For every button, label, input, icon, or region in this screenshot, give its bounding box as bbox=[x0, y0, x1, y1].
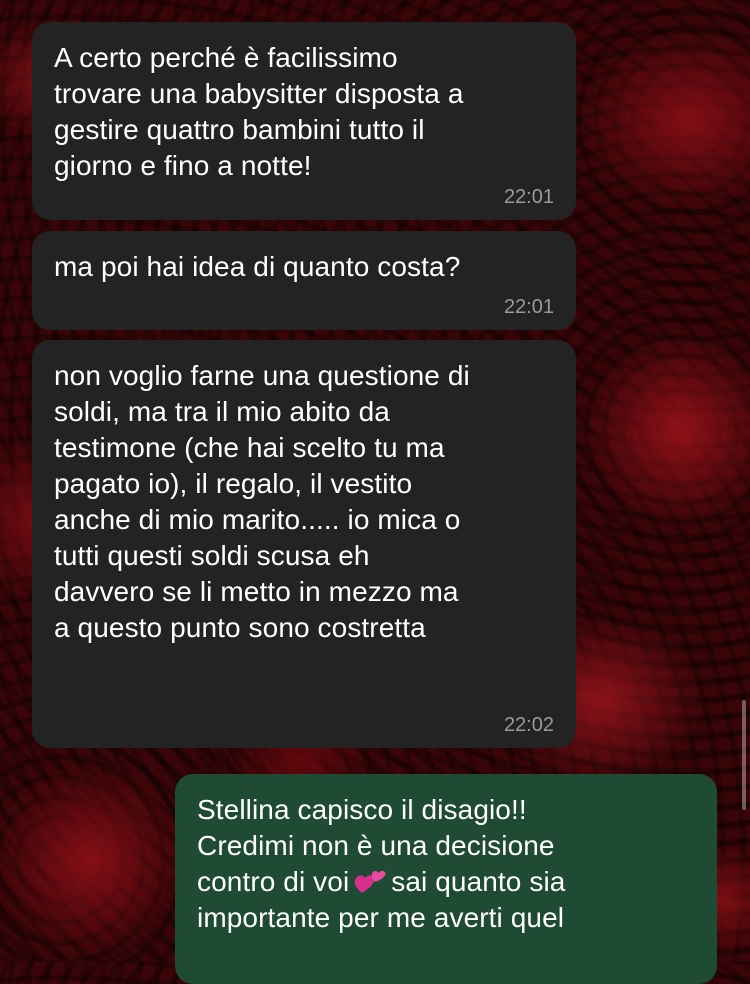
message-line: importante per me averti quel bbox=[197, 902, 565, 933]
two-hearts-icon bbox=[353, 867, 387, 895]
message-line: sai quanto sia bbox=[391, 866, 566, 897]
message-timestamp: 22:01 bbox=[503, 186, 554, 208]
message-text: ma poi hai idea di quanto costa? bbox=[54, 251, 461, 282]
message-timestamp: 22:01 bbox=[503, 296, 554, 318]
chat-conversation[interactable]: A certo perché è facilissimo trovare una… bbox=[0, 0, 750, 984]
outgoing-message-bubble[interactable]: Stellina capisco il disagio!! Credimi no… bbox=[175, 774, 717, 984]
scrollbar[interactable] bbox=[742, 700, 746, 810]
message-line: Credimi non è una decisione bbox=[197, 830, 555, 861]
message-timestamp: 22:02 bbox=[503, 714, 554, 736]
incoming-message-bubble[interactable]: non voglio farne una questione di soldi,… bbox=[32, 340, 576, 748]
incoming-message-bubble[interactable]: A certo perché è facilissimo trovare una… bbox=[32, 22, 576, 220]
message-text: A certo perché è facilissimo trovare una… bbox=[54, 42, 464, 181]
message-text: Stellina capisco il disagio!! Credimi no… bbox=[197, 792, 695, 936]
message-text: non voglio farne una questione di soldi,… bbox=[54, 360, 470, 643]
message-line: Stellina capisco il disagio!! bbox=[197, 794, 527, 825]
message-line: contro di voi bbox=[197, 866, 350, 897]
incoming-message-bubble[interactable]: ma poi hai idea di quanto costa? 22:01 bbox=[32, 231, 576, 330]
